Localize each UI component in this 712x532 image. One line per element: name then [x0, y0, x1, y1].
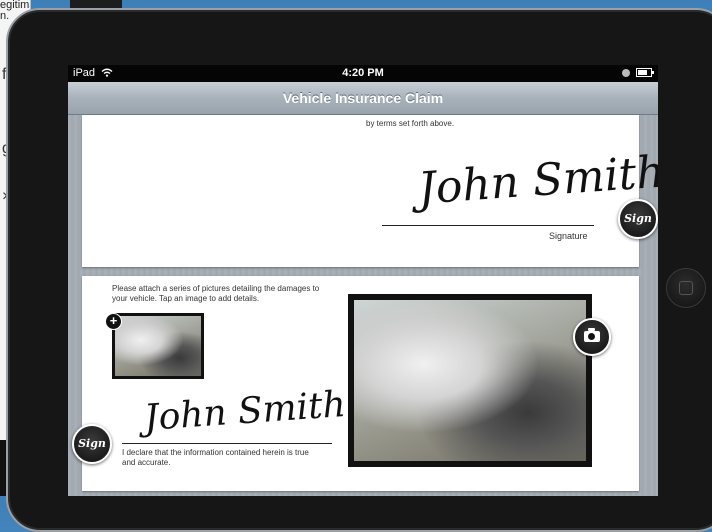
selected-photo[interactable] — [348, 294, 592, 467]
photo-instructions: Please attach a series of pictures detai… — [112, 284, 320, 303]
terms-text: by terms set forth above. — [366, 119, 455, 128]
status-bar: iPad 4:20 PM — [68, 65, 658, 82]
page-title: Vehicle Insurance Claim — [282, 90, 444, 106]
sign-button-bottom[interactable]: Sign — [72, 424, 112, 464]
signature-card: by terms set forth above. John Smith Sig… — [82, 115, 658, 267]
battery-icon — [636, 68, 654, 77]
declaration-text: I declare that the information contained… — [122, 448, 309, 467]
plus-icon[interactable]: + — [105, 313, 122, 330]
signature-line — [382, 225, 594, 226]
photo-thumbnail[interactable] — [112, 313, 204, 379]
lock-icon — [622, 68, 630, 77]
claim-form-scroll[interactable]: by terms set forth above. John Smith Sig… — [68, 115, 658, 496]
thumbnail-image — [115, 316, 201, 376]
ipad-screen: iPad 4:20 PM Vehicle Insurance Claim by … — [68, 65, 658, 496]
photo-card: Please attach a series of pictures detai… — [82, 276, 639, 491]
status-time: 4:20 PM — [342, 67, 384, 79]
camera-icon[interactable] — [573, 318, 611, 356]
navigation-bar: Vehicle Insurance Claim — [68, 82, 658, 115]
home-button[interactable] — [666, 268, 706, 308]
selected-photo-image — [354, 300, 586, 461]
signature-label: Signature — [549, 231, 588, 241]
sign-button-top[interactable]: Sign — [618, 199, 658, 239]
status-right — [622, 68, 654, 77]
declaration-signature-line — [122, 443, 332, 444]
signature-image[interactable]: John Smith — [417, 146, 658, 214]
declaration-signature-image[interactable]: John Smith — [143, 384, 347, 439]
